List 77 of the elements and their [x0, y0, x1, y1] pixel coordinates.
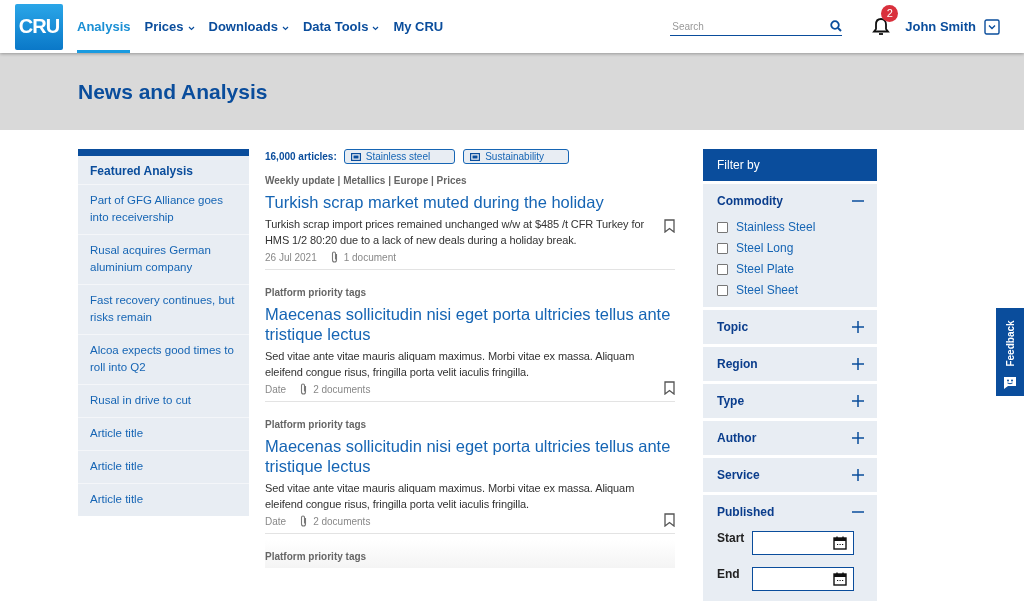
article-summary: Turkish scrap import prices remained unchanged w/w at $485 /t CFR Turkey for HMS 1/2 80:20 due to a lack of new deals during a holiday break.	[265, 217, 645, 248]
article-date: 26 Jul 2021	[265, 251, 317, 263]
article-title[interactable]: Turkish scrap market muted during the holiday	[265, 192, 675, 212]
nav-link[interactable]: Data Tools	[302, 0, 380, 53]
article-date: Date	[265, 515, 287, 527]
section-title[interactable]: Author	[717, 431, 757, 445]
article-summary: Sed vitae ante vitae mauris aliquam maximus. Morbi vitae ex massa. Aliquam eleifend congue risus, fringilla porta velit iaculis fringilla.	[265, 481, 636, 512]
article-tags: Weekly update | Metallics | Europe | Prices	[265, 175, 675, 186]
bell-icon[interactable]	[872, 16, 891, 37]
bookmark-icon[interactable]	[664, 219, 675, 233]
nav-link[interactable]: Prices	[144, 0, 195, 53]
section-title[interactable]: Service	[717, 468, 760, 482]
page-title: News and Analysis	[78, 79, 268, 104]
logo[interactable]: CRU	[15, 3, 63, 50]
field-label: End	[717, 567, 741, 581]
featured-link[interactable]: Article title	[78, 417, 249, 450]
section-title[interactable]: Region	[717, 357, 758, 371]
featured-link[interactable]: Part of GFG Alliance goes into receivership	[78, 184, 249, 234]
tag-icon	[470, 152, 481, 161]
featured-link[interactable]: Fast recovery continues, but risks remain	[78, 284, 249, 334]
paperclip-icon	[300, 515, 308, 527]
tag-chip[interactable]: Sustainability	[463, 149, 570, 164]
paperclip-icon	[330, 251, 338, 263]
checkbox[interactable]	[717, 221, 728, 233]
document-count: 2 documents	[313, 383, 371, 395]
calendar-icon	[833, 536, 847, 550]
featured-link[interactable]: Rusal acquires German aluminium company	[78, 234, 249, 284]
plus-icon[interactable]	[852, 321, 864, 333]
article-count: 16,000 articles:	[265, 151, 337, 162]
checkbox[interactable]	[717, 242, 728, 254]
smiley-icon	[1003, 376, 1017, 390]
search-icon	[830, 20, 843, 32]
paperclip-icon	[300, 383, 308, 395]
article-title[interactable]: Maecenas sollicitudin nisi eget porta ultricies tellus ante tristique lectus	[265, 304, 675, 344]
option-label[interactable]: Steel Sheet	[736, 283, 799, 297]
plus-icon[interactable]	[852, 358, 864, 370]
article-tags: Platform priority tags	[265, 551, 675, 562]
featured-link[interactable]: Alcoa expects good times to roll into Q2	[78, 334, 249, 384]
bookmark-icon[interactable]	[664, 513, 675, 527]
search-field[interactable]: Search	[670, 19, 831, 33]
featured-link[interactable]: Article title	[78, 450, 249, 483]
article-summary: Sed vitae ante vitae mauris aliquam maximus. Morbi vitae ex massa. Aliquam eleifend congue risus, fringilla porta velit iaculis fringilla.	[265, 349, 636, 380]
plus-icon[interactable]	[852, 395, 864, 407]
article-tags: Platform priority tags	[265, 419, 675, 430]
section-title[interactable]: Type	[717, 394, 745, 408]
nav-link[interactable]: Downloads	[208, 0, 289, 53]
date-field[interactable]	[752, 531, 854, 555]
field-label: Start	[717, 531, 742, 545]
date-field[interactable]	[752, 567, 854, 591]
dropdown-icon[interactable]	[984, 18, 1000, 35]
user-name[interactable]: John Smith	[905, 19, 976, 34]
article-date: Date	[265, 383, 287, 395]
document-count: 2 documents	[313, 515, 371, 527]
checkbox[interactable]	[717, 263, 728, 275]
plus-icon[interactable]	[852, 432, 864, 444]
tag-icon	[350, 152, 361, 161]
checkbox[interactable]	[717, 284, 728, 296]
article-title[interactable]: Maecenas sollicitudin nisi eget porta ultricies tellus ante tristique lectus	[265, 436, 675, 476]
featured-link[interactable]: Article title	[78, 483, 249, 516]
featured-link[interactable]: Rusal in drive to cut	[78, 384, 249, 417]
plus-icon[interactable]	[852, 469, 864, 481]
filter-header: Filter by	[703, 149, 877, 181]
panel-title: Featured Analysis	[89, 163, 194, 180]
option-label[interactable]: Stainless Steel	[736, 220, 816, 234]
option-label[interactable]: Steel Long	[736, 241, 794, 255]
section-title[interactable]: Topic	[717, 320, 749, 334]
bookmark-icon[interactable]	[664, 381, 675, 395]
calendar-icon	[833, 572, 847, 586]
option-label[interactable]: Steel Plate	[736, 262, 795, 276]
feedback-tab[interactable]: Feedback	[996, 308, 1024, 396]
nav-link[interactable]: My CRU	[393, 0, 444, 53]
notification-count: 2	[881, 4, 899, 22]
section-title[interactable]: Published	[717, 505, 775, 519]
article-tags: Platform priority tags	[265, 287, 675, 298]
section-title[interactable]: Commodity	[717, 194, 783, 208]
tag-chip[interactable]: Stainless steel	[343, 149, 456, 164]
document-count: 1 document	[343, 251, 396, 263]
